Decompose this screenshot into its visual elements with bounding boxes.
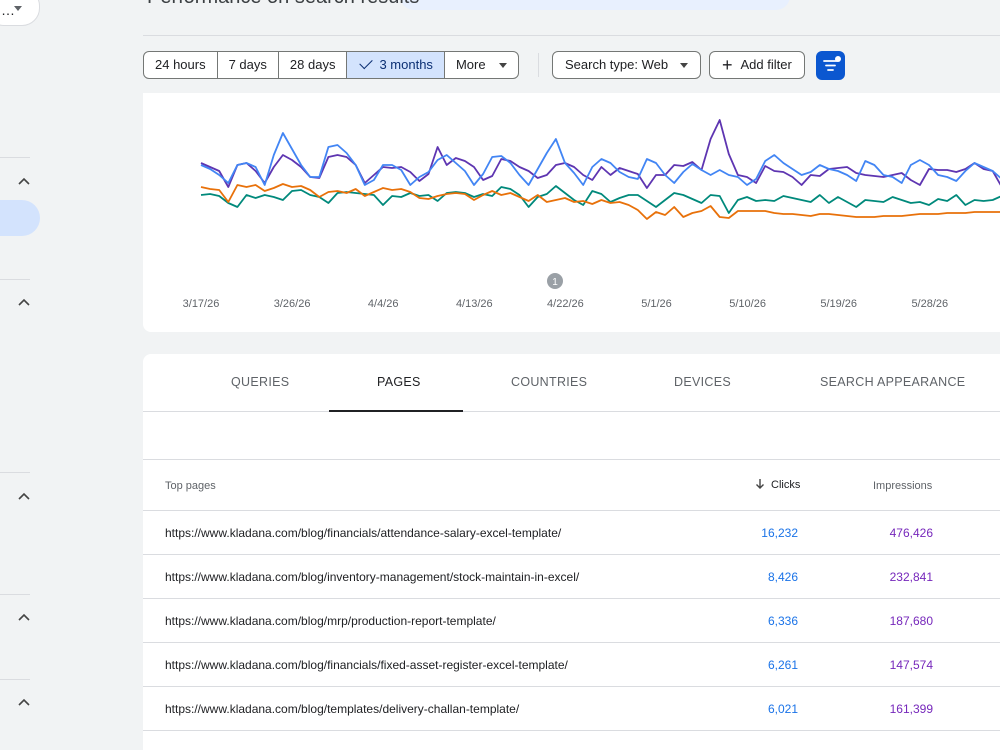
date-range-more[interactable]: More bbox=[445, 52, 518, 78]
performance-chart: 3/17/26 3/26/26 4/4/26 4/13/26 4/22/26 5/1/26… bbox=[183, 119, 1000, 310]
table-row[interactable]: https://www.kladana.com/blog/financials/… bbox=[143, 643, 1000, 687]
impressions-value: 232,841 bbox=[889, 570, 933, 584]
arrow-down-icon bbox=[756, 479, 764, 489]
column-header-clicks[interactable]: Clicks bbox=[755, 478, 800, 491]
sidebar-divider bbox=[0, 472, 30, 473]
date-range-28-days[interactable]: 28 days bbox=[279, 52, 348, 78]
table-row[interactable]: https://www.kladana.com/blog/financials/… bbox=[143, 511, 1000, 555]
x-tick-label: 3/17/26 bbox=[183, 298, 220, 310]
column-header-impressions[interactable]: Impressions bbox=[873, 480, 932, 492]
plus-icon: + bbox=[722, 55, 733, 75]
x-tick-label: 4/13/26 bbox=[456, 298, 493, 310]
search-type-button[interactable]: Search type: Web bbox=[552, 51, 702, 79]
header-search-bar[interactable] bbox=[400, 0, 790, 10]
sidebar-divider bbox=[0, 594, 30, 595]
x-tick-label: 5/19/26 bbox=[820, 298, 857, 310]
series-line-0 bbox=[200, 119, 1000, 189]
x-tick-label: 4/22/26 bbox=[547, 298, 584, 310]
chevron-up-icon[interactable] bbox=[17, 176, 31, 186]
column-header-clicks-label: Clicks bbox=[771, 479, 801, 491]
clicks-value: 6,261 bbox=[767, 658, 798, 672]
column-header-pages[interactable]: Top pages bbox=[165, 480, 216, 492]
clicks-value: 6,021 bbox=[767, 702, 798, 716]
sidebar-divider bbox=[0, 679, 30, 680]
search-type-label: Search type: Web bbox=[565, 57, 669, 72]
impressions-value: 161,399 bbox=[889, 702, 933, 716]
date-range-selector: 24 hours 7 days 28 days 3 months More bbox=[143, 51, 519, 79]
report-tabs: QUERIES PAGES COUNTRIES DEVICES SEARCH A… bbox=[143, 354, 1000, 412]
table-row[interactable]: https://www.kladana.com/blog/templates/d… bbox=[143, 687, 1000, 731]
clicks-value: 16,232 bbox=[761, 526, 798, 540]
date-range-label: 3 months bbox=[379, 57, 433, 72]
header-divider bbox=[143, 35, 1000, 36]
sidebar-divider bbox=[0, 279, 30, 280]
tab-pages[interactable]: PAGES bbox=[377, 375, 421, 389]
tab-queries[interactable]: QUERIES bbox=[231, 375, 289, 389]
property-selector[interactable]: … bbox=[0, 0, 40, 26]
filter-separator bbox=[538, 53, 539, 77]
page-url[interactable]: https://www.kladana.com/blog/templates/d… bbox=[165, 702, 519, 716]
tab-devices[interactable]: DEVICES bbox=[674, 375, 731, 389]
sidebar-item-performance[interactable] bbox=[0, 200, 40, 236]
page-title: Performance on search results bbox=[147, 0, 419, 9]
tab-search-appearance[interactable]: SEARCH APPEARANCE bbox=[820, 375, 965, 389]
table-row[interactable]: https://www.kladana.com/blog/mrp/product… bbox=[143, 599, 1000, 643]
date-range-label: 28 days bbox=[289, 57, 336, 72]
caret-down-icon bbox=[498, 63, 507, 69]
x-tick-label: 5/1/26 bbox=[641, 298, 672, 310]
table-row[interactable]: https://www.kladana.com/blog/inventory-m… bbox=[143, 555, 1000, 599]
chevron-up-icon[interactable] bbox=[17, 697, 31, 707]
sidebar: … bbox=[0, 0, 42, 750]
impressions-value: 187,680 bbox=[889, 614, 933, 628]
page-url[interactable]: https://www.kladana.com/blog/mrp/product… bbox=[165, 614, 496, 628]
date-range-7-days[interactable]: 7 days bbox=[218, 52, 279, 78]
date-range-24-hours[interactable]: 24 hours bbox=[144, 52, 218, 78]
table-header: Top pages Clicks Impressions bbox=[143, 460, 1000, 511]
page-url[interactable]: https://www.kladana.com/blog/financials/… bbox=[165, 526, 561, 540]
date-range-label: 7 days bbox=[228, 57, 267, 72]
x-tick-label: 3/26/26 bbox=[274, 298, 311, 310]
tab-countries[interactable]: COUNTRIES bbox=[511, 375, 587, 389]
chevron-up-icon[interactable] bbox=[17, 612, 31, 622]
date-range-3-months[interactable]: 3 months bbox=[347, 52, 445, 78]
add-filter-label: Add filter bbox=[740, 57, 792, 72]
report-table-card: QUERIES PAGES COUNTRIES DEVICES SEARCH A… bbox=[143, 354, 1000, 750]
caret-down-icon bbox=[14, 6, 22, 11]
chevron-up-icon[interactable] bbox=[17, 297, 31, 307]
page-url[interactable]: https://www.kladana.com/blog/financials/… bbox=[165, 658, 568, 672]
impressions-value: 476,426 bbox=[889, 526, 933, 540]
filter-list-icon bbox=[823, 56, 841, 71]
clicks-value: 8,426 bbox=[767, 570, 798, 584]
chevron-up-icon[interactable] bbox=[17, 491, 31, 501]
clicks-value: 6,336 bbox=[767, 614, 798, 628]
filter-settings-button[interactable] bbox=[816, 51, 845, 80]
performance-chart-card: 3/17/26 3/26/26 4/4/26 4/13/26 4/22/26 5/1/26… bbox=[143, 93, 1000, 332]
x-tick-label: 5/10/26 bbox=[729, 298, 766, 310]
annotation-label: 1 bbox=[552, 277, 558, 288]
caret-down-icon bbox=[680, 63, 689, 69]
date-range-label: 24 hours bbox=[155, 57, 206, 72]
search-console-performance: … Performance on search results 24 hours… bbox=[0, 0, 1000, 750]
impressions-value: 147,574 bbox=[889, 658, 933, 672]
page-url[interactable]: https://www.kladana.com/blog/inventory-m… bbox=[165, 570, 579, 584]
more-label: More bbox=[455, 57, 486, 72]
sidebar-divider bbox=[0, 157, 30, 158]
x-tick-label: 5/28/26 bbox=[911, 298, 948, 310]
check-icon bbox=[359, 55, 374, 70]
property-selector-label: … bbox=[1, 2, 15, 18]
table-filter-row bbox=[143, 412, 1000, 460]
add-filter-button[interactable]: + Add filter bbox=[709, 51, 805, 79]
x-tick-label: 4/4/26 bbox=[368, 298, 399, 310]
